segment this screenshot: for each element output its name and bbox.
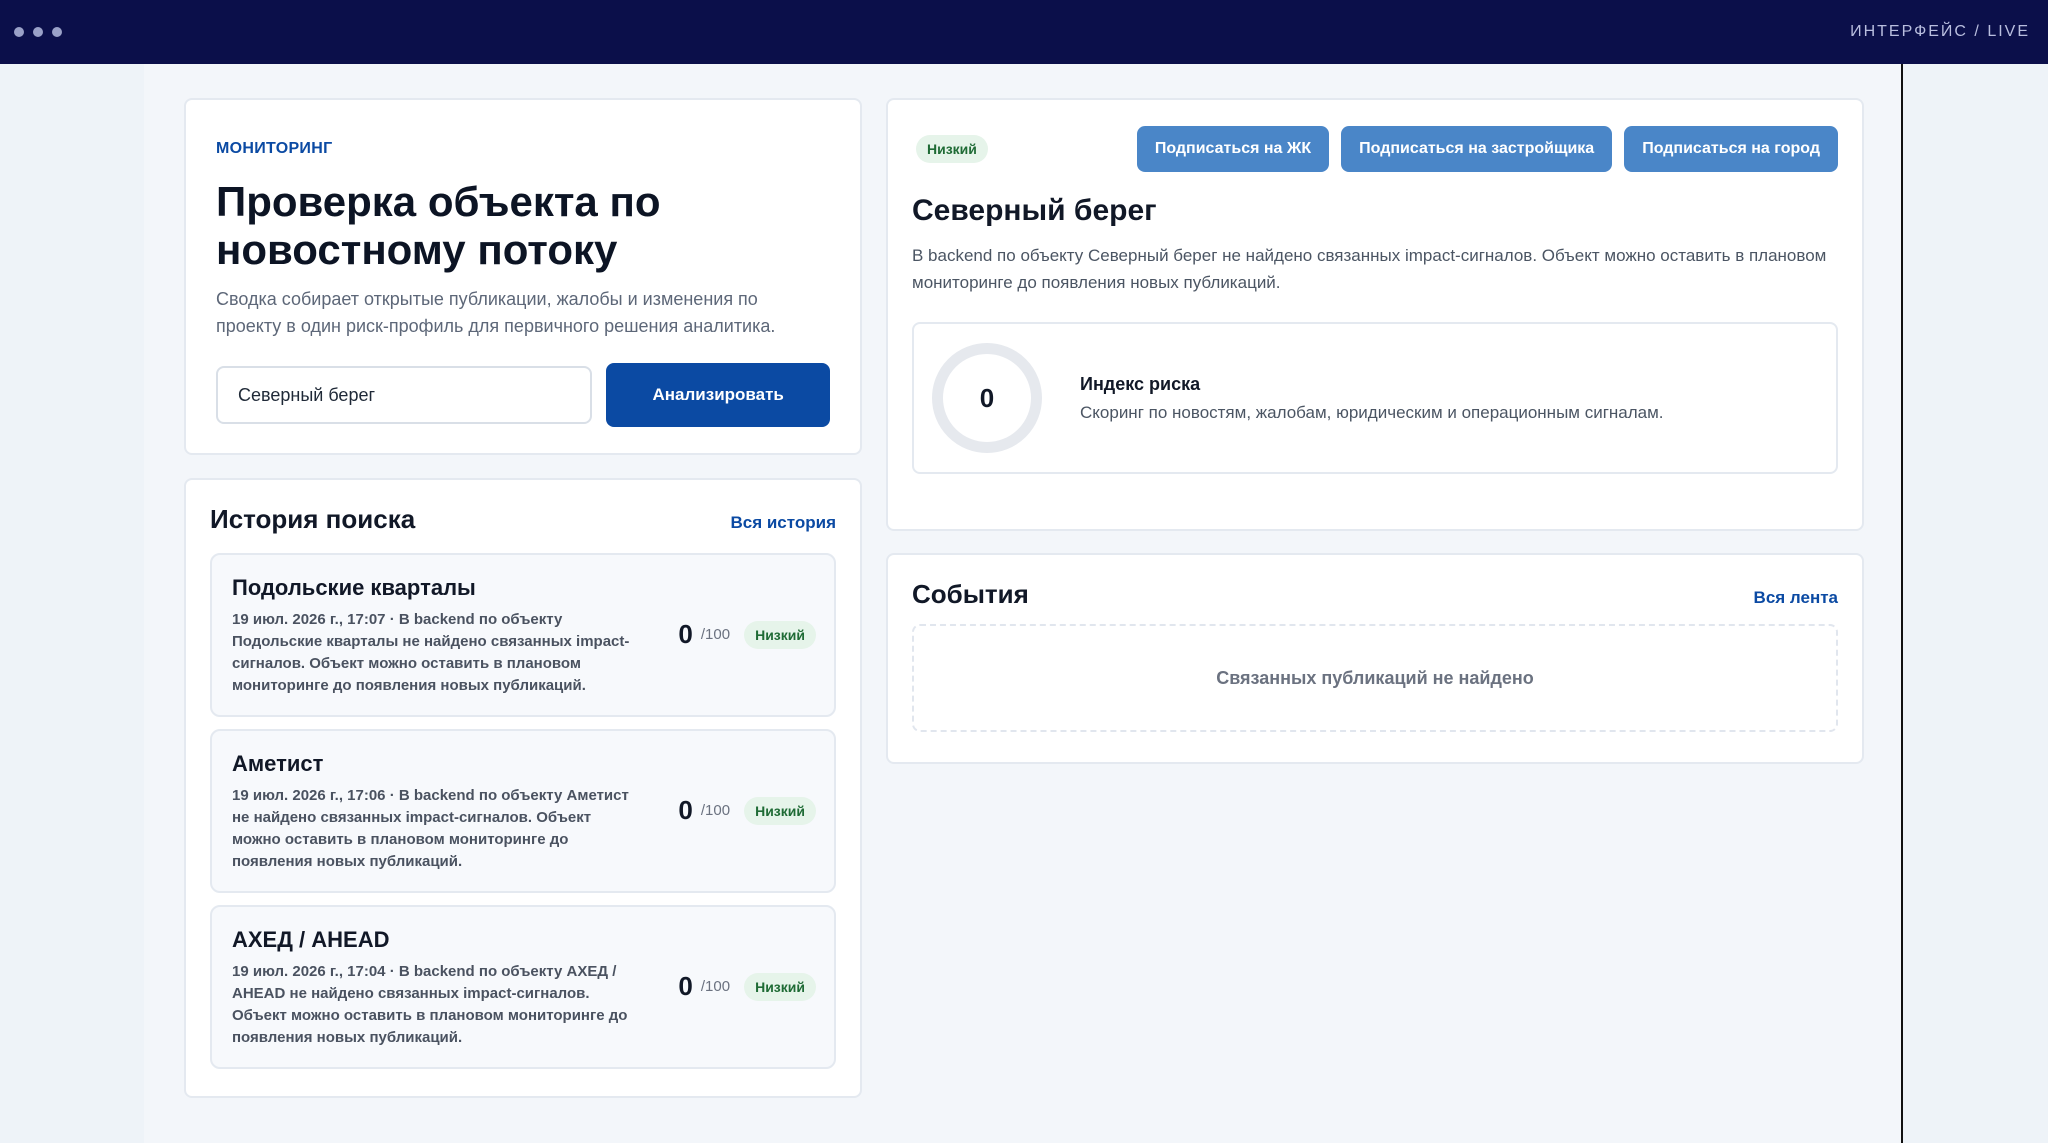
score-value: 0 — [678, 971, 693, 1001]
risk-index-subtitle: Скоринг по новостям, жалобам, юридически… — [1080, 402, 1664, 422]
risk-score-ring: 0 — [932, 343, 1042, 453]
window-controls — [14, 27, 62, 37]
history-item-score: 0 /100 Низкий — [678, 971, 816, 1002]
top-bar: ИНТЕРФЕЙС / LIVE — [0, 0, 2048, 64]
risk-badge: Низкий — [744, 796, 816, 825]
risk-badge: Низкий — [744, 620, 816, 649]
page-lead: Сводка собирает открытые публикации, жал… — [216, 289, 776, 336]
window-dot-icon[interactable] — [52, 27, 62, 37]
history-item-desc: 19 июл. 2026 г., 17:06 · В backend по об… — [232, 787, 629, 870]
score-value: 0 — [678, 619, 693, 649]
right-divider — [1901, 64, 1903, 1143]
history-item[interactable]: Подольские кварталы 19 июл. 2026 г., 17:… — [210, 553, 836, 717]
all-feed-link[interactable]: Вся лента — [1754, 588, 1838, 608]
all-history-link[interactable]: Вся история — [730, 513, 836, 533]
score-max: /100 — [700, 802, 731, 819]
risk-index-label: Индекс риска — [1080, 373, 1201, 394]
subscribe-developer-button[interactable]: Подписаться на застройщика — [1341, 126, 1613, 172]
history-item-score: 0 /100 Низкий — [678, 619, 816, 650]
app-brand: ИНТЕРФЕЙС / LIVE — [1850, 23, 2030, 40]
events-empty-state: Связанных публикаций не найдено — [912, 624, 1838, 732]
events-title: События — [912, 579, 1029, 609]
subscribe-city-button[interactable]: Подписаться на город — [1624, 126, 1838, 172]
risk-badge: Низкий — [744, 972, 816, 1001]
monitoring-card: МОНИТОРИНГ Проверка объекта по новостном… — [184, 98, 862, 455]
events-card: События Вся лента Связанных публикаций н… — [886, 553, 1864, 764]
subscribe-actions: Подписаться на ЖК Подписаться на застрой… — [1136, 126, 1838, 172]
search-history-card: История поиска Вся история Подольские кв… — [184, 478, 862, 1098]
risk-index-text: Индекс риска Скоринг по новостям, жалоба… — [1080, 374, 1664, 423]
page-title: Проверка объекта по новостному потоку — [216, 178, 661, 273]
object-title: Северный берег — [912, 194, 1157, 227]
history-header: История поиска Вся история — [210, 504, 836, 535]
object-search-input[interactable] — [216, 366, 593, 424]
section-kicker: МОНИТОРИНГ — [216, 140, 333, 157]
history-item-title: АХЕД / AHEAD — [232, 927, 390, 952]
object-description: В backend по объекту Северный берег не н… — [912, 246, 1827, 292]
subscribe-complex-button[interactable]: Подписаться на ЖК — [1136, 126, 1330, 172]
score-value: 0 — [678, 795, 693, 825]
window-dot-icon[interactable] — [14, 27, 24, 37]
history-item-title: Аметист — [232, 751, 324, 776]
score-max: /100 — [700, 626, 731, 643]
object-card: Низкий Подписаться на ЖК Подписаться на … — [886, 98, 1864, 531]
events-header: События Вся лента — [912, 579, 1838, 610]
history-item-title: Подольские кварталы — [232, 575, 476, 600]
history-title: История поиска — [210, 504, 416, 534]
analyze-button[interactable]: Анализировать — [606, 363, 830, 427]
history-item[interactable]: АХЕД / AHEAD 19 июл. 2026 г., 17:04 · В … — [210, 905, 836, 1069]
window-dot-icon[interactable] — [33, 27, 43, 37]
history-item[interactable]: Аметист 19 июл. 2026 г., 17:06 · В backe… — [210, 729, 836, 893]
history-item-desc: 19 июл. 2026 г., 17:07 · В backend по об… — [232, 611, 630, 694]
history-item-score: 0 /100 Низкий — [678, 795, 816, 826]
risk-index-panel: 0 Индекс риска Скоринг по новостям, жало… — [912, 322, 1838, 474]
score-max: /100 — [700, 978, 731, 995]
search-row: Анализировать — [216, 363, 830, 427]
history-item-desc: 19 июл. 2026 г., 17:04 · В backend по об… — [232, 963, 628, 1046]
risk-level-badge: Низкий — [916, 135, 988, 163]
object-toolbar: Низкий Подписаться на ЖК Подписаться на … — [912, 126, 1838, 172]
